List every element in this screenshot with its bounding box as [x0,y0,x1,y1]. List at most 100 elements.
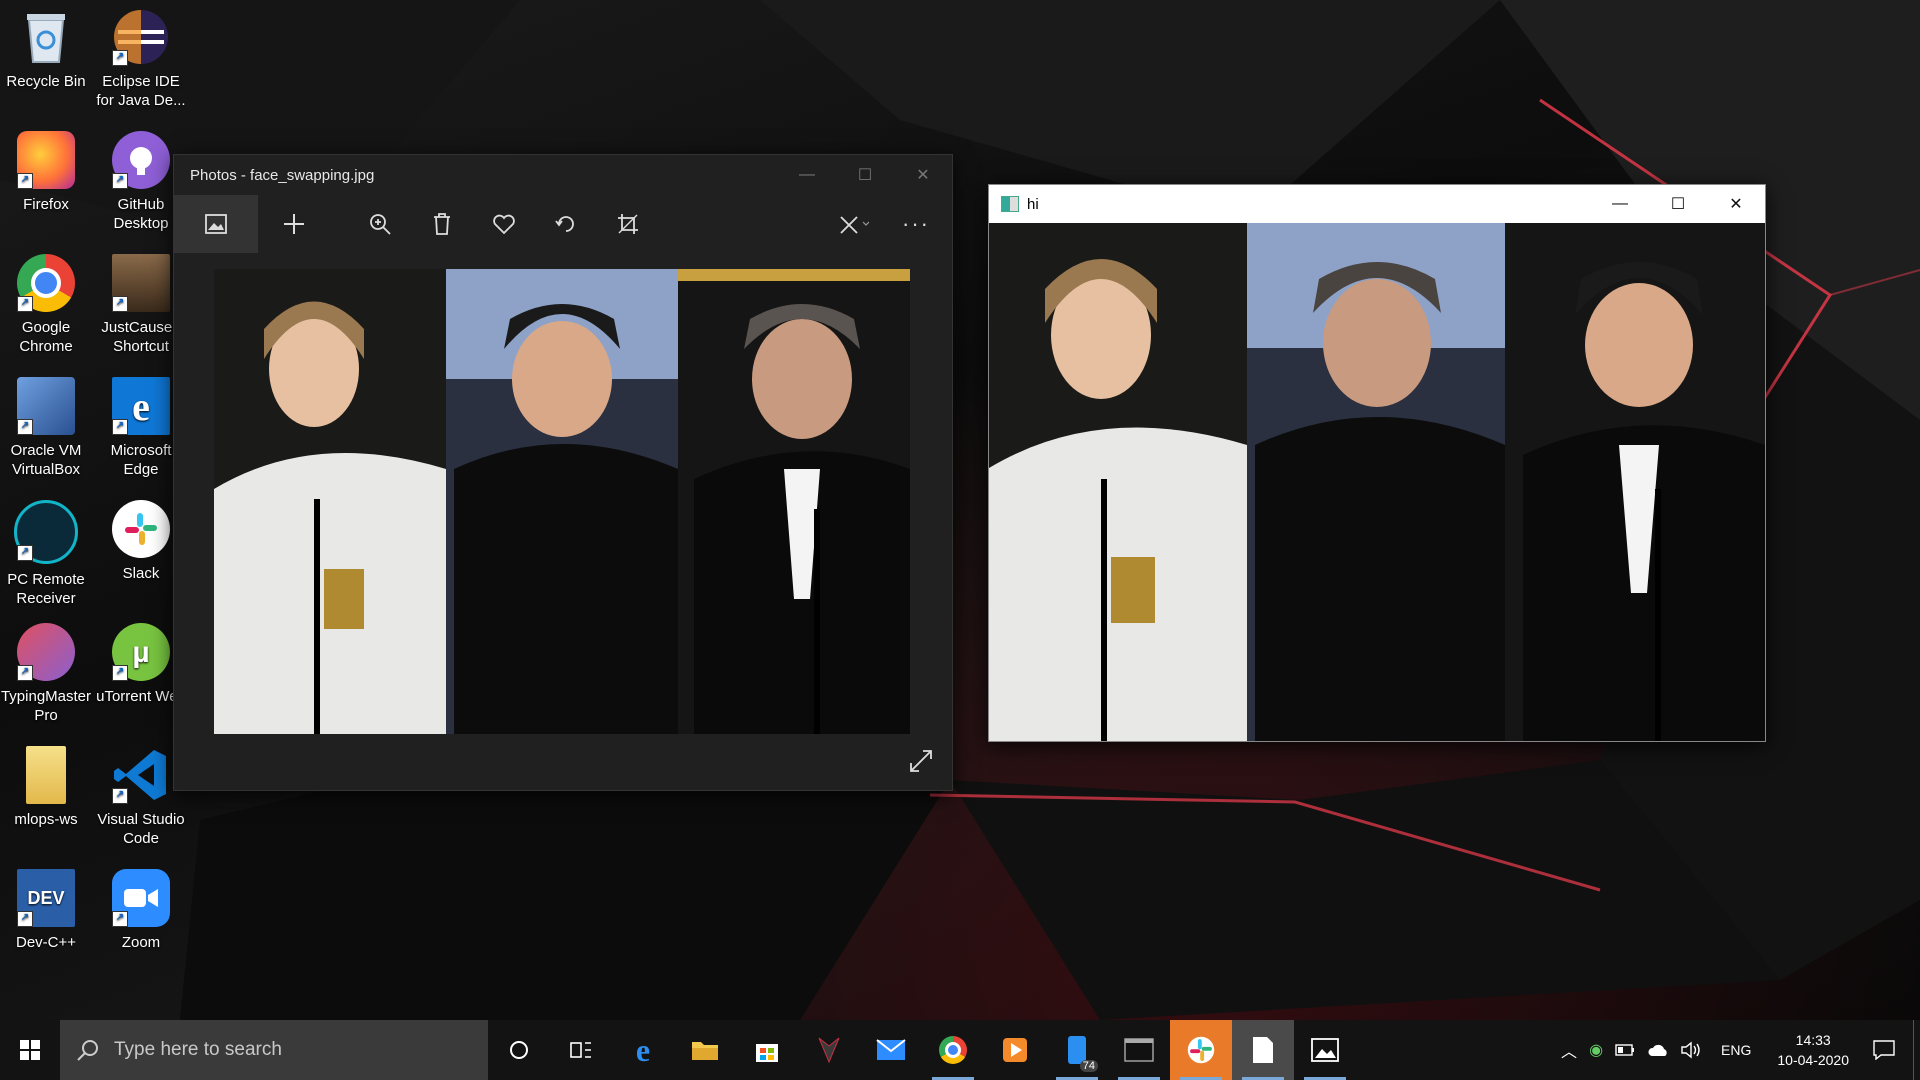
close-icon: ✕ [916,167,930,184]
clock-date: 10-04-2020 [1777,1052,1849,1068]
recycle-bin-icon [17,8,75,66]
tray-volume[interactable] [1675,1041,1709,1059]
devcpp-icon: DEV ↗ [17,869,75,927]
notification-badge: 74 [1079,1060,1098,1072]
language-label: ENG [1721,1042,1752,1058]
expand-button[interactable] [906,746,936,776]
taskbar-chrome[interactable] [922,1020,984,1080]
desktop-icon-label: PC Remote Receiver [7,571,85,607]
desktop-icon-eclipse[interactable]: ↗ Eclipse IDE for Java De... [95,0,187,118]
desktop-icon-mlops-ws[interactable]: mlops-ws [0,738,92,856]
desktop-icon-label: Microsoft Edge [110,442,172,478]
desktop-icon-label: Eclipse IDE for Java De... [96,73,186,109]
github-desktop-icon: ↗ [112,131,170,189]
start-button[interactable] [0,1020,60,1080]
heart-icon [493,214,515,234]
clock[interactable]: 14:33 10-04-2020 [1763,1030,1863,1070]
rotate-button[interactable] [538,195,594,253]
crop-button[interactable] [600,195,656,253]
desktop-icon-pc-remote[interactable]: ↗ PC Remote Receiver [0,492,92,610]
shortcut-arrow-icon: ↗ [112,296,128,312]
chrome-icon [939,1036,967,1064]
desktop-icon-zoom[interactable]: ↗ Zoom [95,861,187,979]
close-button[interactable]: ✕ [1707,185,1765,223]
taskbar-media-player[interactable] [984,1020,1046,1080]
desktop-icon-recycle-bin[interactable]: Recycle Bin [0,0,92,118]
search-box[interactable]: Type here to search [60,1020,488,1080]
desktop-icon-label: Zoom [121,934,161,951]
shortcut-arrow-icon: ↗ [112,419,128,435]
battery-icon [1615,1044,1635,1056]
edit-draw-button[interactable] [826,195,882,253]
slack-icon [1187,1036,1215,1064]
desktop-icon-chrome[interactable]: ↗ Google Chrome [0,246,92,364]
slack-icon [112,500,170,558]
desktop-icon-label: Visual Studio Code [97,811,185,847]
shortcut-arrow-icon: ↗ [112,665,128,681]
swapped-face-image [989,223,1765,741]
typingmaster-icon: ↗ [17,623,75,681]
photos-titlebar[interactable]: Photos - face_swapping.jpg — ☐ ✕ [174,155,952,195]
app-icon [1001,196,1019,212]
shortcut-arrow-icon: ↗ [17,545,33,561]
taskbar-document[interactable] [1232,1020,1294,1080]
taskbar-predator[interactable] [798,1020,860,1080]
desktop-icon-label: mlops-ws [14,811,78,828]
tray-onedrive[interactable] [1641,1043,1675,1057]
view-image-button[interactable] [174,195,258,253]
minimize-button[interactable]: — [1591,185,1649,223]
taskbar-mail[interactable] [860,1020,922,1080]
desktop-icon-firefox[interactable]: ↗ Firefox [0,123,92,241]
shortcut-arrow-icon: ↗ [112,173,128,189]
add-button[interactable] [266,195,322,253]
task-view-button[interactable] [550,1020,612,1080]
image-icon [205,214,227,234]
desktop-icon-devcpp[interactable]: DEV ↗ Dev-C++ [0,861,92,979]
taskbar-terminal[interactable] [1108,1020,1170,1080]
show-desktop-button[interactable] [1913,1020,1920,1080]
edit-draw-icon [840,216,869,234]
taskbar-phone-app[interactable]: 74 [1046,1020,1108,1080]
photos-icon [1311,1038,1339,1062]
tray-security[interactable]: ◉ [1583,1040,1609,1060]
folder-icon [26,746,66,804]
volume-icon [1681,1041,1700,1059]
shortcut-arrow-icon: ↗ [17,665,33,681]
close-icon: ✕ [1729,196,1743,213]
virtualbox-icon: ↗ [17,377,75,435]
taskbar-file-explorer[interactable] [674,1020,736,1080]
tray-battery[interactable] [1609,1044,1641,1056]
cloud-icon [1648,1044,1667,1056]
cortana-button[interactable] [488,1020,550,1080]
shortcut-arrow-icon: ↗ [17,296,33,312]
edge-icon: e ↗ [112,377,170,435]
language-indicator[interactable]: ENG [1709,1042,1763,1058]
mail-icon [876,1039,906,1060]
shortcut-arrow-icon: ↗ [112,50,128,66]
desktop-icon-virtualbox[interactable]: ↗ Oracle VM VirtualBox [0,369,92,487]
terminal-icon [1124,1038,1154,1062]
minimize-button[interactable]: — [778,155,836,195]
desktop-icon-typingmaster[interactable]: ↗ TypingMaster Pro [0,615,92,733]
zoom-button[interactable] [352,195,408,253]
show-hidden-icons-button[interactable]: ︿ [1555,1038,1583,1062]
desktop-icon-label: Firefox [23,196,69,213]
action-center-button[interactable] [1863,1040,1913,1060]
taskbar-photos[interactable] [1294,1020,1356,1080]
maximize-button[interactable]: ☐ [1649,185,1707,223]
more-button[interactable]: ··· [888,195,944,253]
store-icon [756,1044,778,1062]
maximize-button[interactable]: ☐ [836,155,894,195]
task-view-icon [570,1042,591,1058]
taskbar-store[interactable] [736,1020,798,1080]
delete-button[interactable] [414,195,470,253]
photos-window[interactable]: Photos - face_swapping.jpg — ☐ ✕ ··· [173,154,953,791]
hi-titlebar[interactable]: hi — ☐ ✕ [989,185,1765,223]
document-icon [1253,1037,1273,1063]
zoom-in-icon [370,214,391,235]
close-button[interactable]: ✕ [894,155,952,195]
taskbar-edge[interactable]: e [612,1020,674,1080]
taskbar-slack[interactable] [1170,1020,1232,1080]
hi-window[interactable]: hi — ☐ ✕ [988,184,1766,742]
favorite-button[interactable] [476,195,532,253]
